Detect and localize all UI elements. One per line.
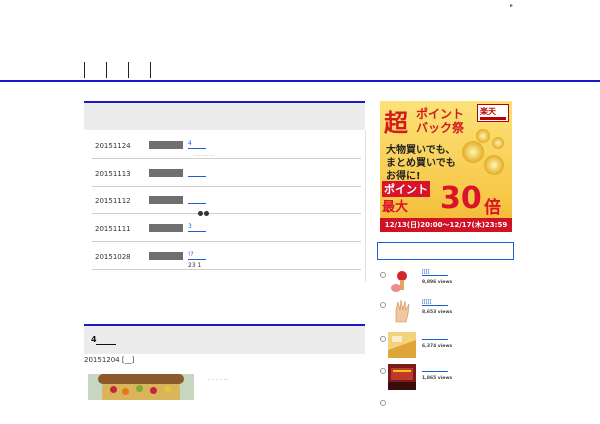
news-title-link[interactable] [188,195,206,204]
article-excerpt: ........ [208,376,229,382]
article-date: 20151204 [__] [84,356,135,364]
news-section-header [84,101,365,130]
ad-headline-2: バック祭 [416,121,465,135]
news-date: 20151113 [95,170,131,178]
ranking-bullet-icon [380,368,386,374]
news-date: 20151111 [95,225,131,233]
ranking-thumbnail [388,332,416,358]
nav-item[interactable] [150,62,152,78]
ranking-bullet-icon [380,400,386,406]
ranking-title-link[interactable] [422,333,448,340]
ranking-views: 1,865 views [422,376,453,381]
ad-max-label: 最大 [382,200,409,215]
rakuten-ad-banner[interactable]: 超 ポイント バック祭 楽天 大物買いでも、 まとめ買いでも お得に! ポイント… [380,101,512,232]
news-list: 20151124 4 ........ 20151113 20151112 20… [84,130,366,282]
news-title-link[interactable]: 4 [188,140,206,149]
news-row: 20151124 4 ........ [92,132,361,159]
ranking-views: 6,374 views [422,344,453,349]
header-divider [0,80,600,82]
news-date: 20151112 [95,197,131,205]
ranking-views: 8,653 views [422,310,453,315]
article-section-title: 4 [91,335,97,344]
news-row: 20151111 3 [92,215,361,242]
ranking-bullet-icon [380,272,386,278]
category-badge [149,196,183,204]
ad-cho-text: 超 [384,108,408,137]
news-row: 20151112 [92,187,361,216]
category-badge [149,224,183,232]
ad-points-label: ポイント [382,181,430,197]
ad-period: 12/13(日)20:00～12/17(木)23:59 [380,218,512,232]
article-section-header [84,324,365,354]
title-underline [96,344,116,345]
nav-item[interactable] [84,62,106,78]
category-badge [149,169,183,177]
ranking-bullet-icon [380,336,386,342]
ranking-item[interactable]: [[[[[ 8,653 views [380,296,520,326]
news-row: 20151113 [92,160,361,187]
news-excerpt: ........ [194,152,215,158]
ranking-thumbnail [388,298,416,324]
news-date: 20151028 [95,253,131,261]
ranking-title-link[interactable] [422,365,448,372]
nav-item[interactable] [106,62,128,78]
ranking-thumbnail [388,364,416,390]
ad-times-label: 倍 [484,198,501,218]
news-excerpt: 23 1 [188,262,202,269]
news-title-link[interactable] [188,168,206,177]
ranking-views: 9,896 views [422,280,453,285]
news-date: 20151124 [95,142,131,150]
category-badge [149,141,183,149]
news-row: 20151028 !? 23 1 [92,243,361,270]
sidebar-search-box[interactable] [377,242,514,260]
ad-multiplier: 30 [440,181,482,216]
ranking-item[interactable] [380,394,520,424]
article-thumbnail[interactable] [88,374,194,400]
rakuten-logo: 楽天 [477,104,509,122]
global-nav [84,62,152,78]
ranking-title-link[interactable]: [[[[[ [422,299,448,306]
header-marker: ▸ [510,2,514,9]
ranking-item[interactable]: 6,374 views [380,330,520,360]
category-badge [149,252,183,260]
news-title-link[interactable]: !? [188,251,206,260]
news-title-link[interactable]: 3 [188,223,206,232]
nav-item[interactable] [128,62,150,78]
ranking-bullet-icon [380,302,386,308]
ranking-thumbnail [388,268,416,294]
ranking-title-link[interactable]: [[[[ [422,269,448,276]
ranking-item[interactable]: [[[[ 9,896 views [380,266,520,296]
ranking-item[interactable]: 1,865 views [380,362,520,392]
ad-body-3: お得に! [386,171,421,182]
